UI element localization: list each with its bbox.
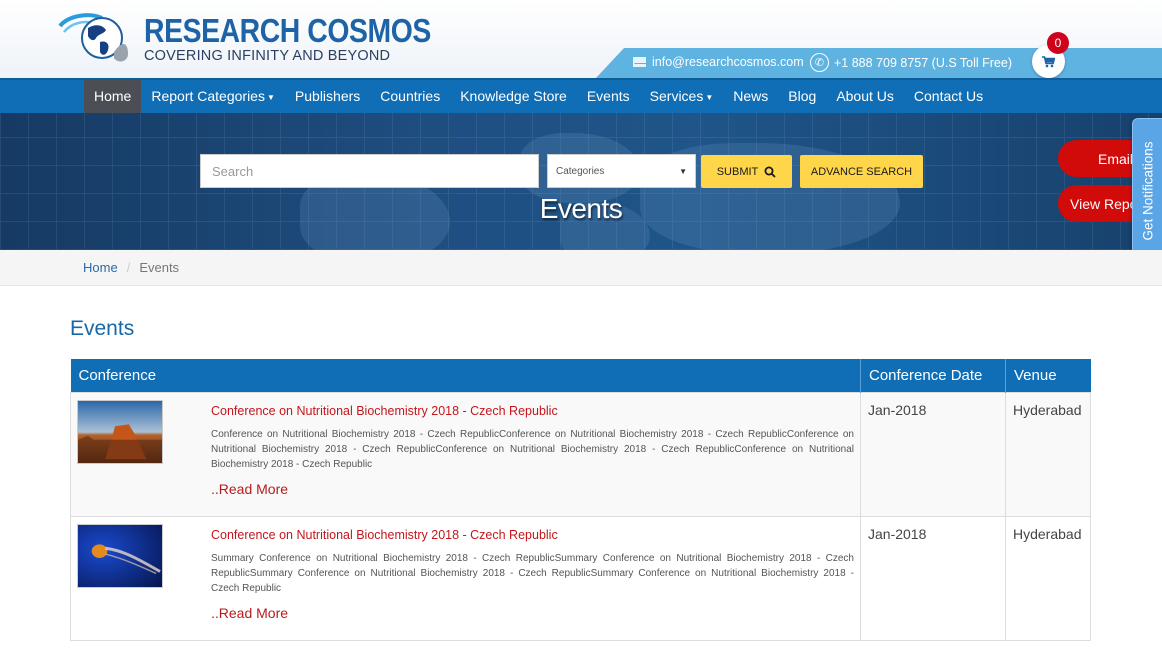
nav-label: Home	[94, 88, 132, 104]
breadcrumb-home[interactable]: Home	[83, 260, 118, 275]
submit-label: SUBMIT	[716, 165, 759, 178]
contact-phone[interactable]: ✆ +1 888 709 8757 (U.S Toll Free)	[810, 53, 1012, 72]
envelope-icon	[633, 57, 646, 67]
nav-item-services[interactable]: Services ▼	[640, 80, 724, 113]
breadcrumb-current: Events	[139, 260, 180, 275]
conference-cell: Conference on Nutritional Biochemistry 2…	[70, 515, 861, 641]
read-more-link[interactable]: ..Read More	[211, 481, 854, 497]
search-input[interactable]: Search	[200, 154, 539, 188]
search-placeholder: Search	[212, 163, 254, 179]
nav-label: News	[733, 88, 769, 104]
categories-selected-value: Categories	[556, 165, 605, 177]
conference-date: Jan-2018	[860, 391, 1006, 517]
nav-item-home[interactable]: Home	[84, 80, 142, 113]
nav-label: About Us	[836, 88, 894, 104]
column-header-date: Conference Date	[860, 359, 1006, 392]
main-nav: Home Report Categories ▼ Publishers Count…	[0, 78, 1162, 113]
advance-search-label: ADVANCE SEARCH	[810, 165, 913, 178]
conference-venue: Hyderabad	[1005, 515, 1091, 641]
globe-logo-icon	[58, 13, 128, 62]
nav-item-news[interactable]: News	[723, 80, 778, 113]
nav-item-events[interactable]: Events	[577, 80, 640, 113]
nav-label: Report Categories	[151, 88, 265, 104]
shopping-cart-icon	[1042, 55, 1055, 67]
nav-item-contact-us[interactable]: Contact Us	[904, 80, 993, 113]
banner-title: Events	[539, 193, 623, 224]
brand-tagline: COVERING INFINITY AND BEYOND	[144, 48, 391, 64]
nav-label: Publishers	[294, 88, 361, 104]
get-notifications-tab[interactable]: Get Notifications	[1132, 118, 1162, 264]
conference-date: Jan-2018	[860, 515, 1006, 641]
breadcrumb: Home / Events	[0, 250, 1162, 286]
brand-title: RESEARCH COSMOS	[144, 12, 431, 49]
advance-search-button[interactable]: ADVANCE SEARCH	[800, 155, 923, 188]
page-title: Events	[70, 317, 135, 340]
nav-label: Services	[649, 88, 704, 104]
nav-label: Events	[586, 88, 630, 104]
submit-button[interactable]: SUBMIT	[701, 155, 792, 188]
table-row: Conference on Nutritional Biochemistry 2…	[70, 515, 1091, 641]
table-row: Conference on Nutritional Biochemistry 2…	[70, 391, 1091, 517]
nav-label: Countries	[380, 88, 441, 104]
contact-phone-text: +1 888 709 8757 (U.S Toll Free)	[834, 55, 1013, 70]
contact-email[interactable]: info@researchcosmos.com	[633, 55, 804, 69]
conference-description: Summary Conference on Nutritional Bioche…	[211, 552, 854, 595]
table-header-row: Conference Conference Date Venue	[70, 359, 1091, 392]
nav-label: Knowledge Store	[460, 88, 567, 104]
nav-item-blog[interactable]: Blog	[778, 80, 826, 113]
jellyfish-photo[interactable]	[77, 523, 163, 588]
conference-title-link[interactable]: Conference on Nutritional Biochemistry 2…	[211, 404, 854, 418]
nav-item-report-categories[interactable]: Report Categories ▼	[141, 80, 285, 113]
view-report-label: View Repo	[1070, 195, 1138, 212]
desert-butte-photo[interactable]	[77, 399, 163, 464]
site-logo[interactable]: RESEARCH COSMOS COVERING INFINITY AND BE…	[58, 10, 431, 70]
cart-count-badge: 0	[1047, 32, 1069, 54]
dropdown-arrow-icon: ▼	[679, 166, 687, 176]
categories-select[interactable]: Categories ▼	[547, 154, 696, 188]
nav-item-about-us[interactable]: About Us	[826, 80, 904, 113]
conference-title-link[interactable]: Conference on Nutritional Biochemistry 2…	[211, 528, 854, 542]
phone-icon: ✆	[810, 53, 829, 72]
events-table: Conference Conference Date Venue Confere…	[70, 359, 1091, 641]
nav-label: Contact Us	[913, 88, 984, 104]
get-notifications-label: Get Notifications	[1140, 141, 1156, 241]
search-icon	[764, 166, 776, 178]
nav-label: Blog	[788, 88, 817, 104]
caret-down-icon: ▼	[705, 92, 714, 102]
breadcrumb-separator: /	[126, 260, 131, 275]
column-header-venue: Venue	[1005, 359, 1091, 392]
conference-cell: Conference on Nutritional Biochemistry 2…	[70, 391, 861, 517]
read-more-link[interactable]: ..Read More	[211, 605, 854, 621]
column-header-conference: Conference	[70, 359, 861, 392]
nav-item-knowledge-store[interactable]: Knowledge Store	[450, 80, 577, 113]
caret-down-icon: ▼	[266, 92, 275, 102]
contact-email-text: info@researchcosmos.com	[652, 55, 804, 69]
conference-description: Conference on Nutritional Biochemistry 2…	[211, 428, 854, 471]
conference-venue: Hyderabad	[1005, 391, 1091, 517]
email-button-label: Email	[1098, 150, 1134, 167]
nav-item-countries[interactable]: Countries	[370, 80, 450, 113]
nav-item-publishers[interactable]: Publishers	[285, 80, 370, 113]
